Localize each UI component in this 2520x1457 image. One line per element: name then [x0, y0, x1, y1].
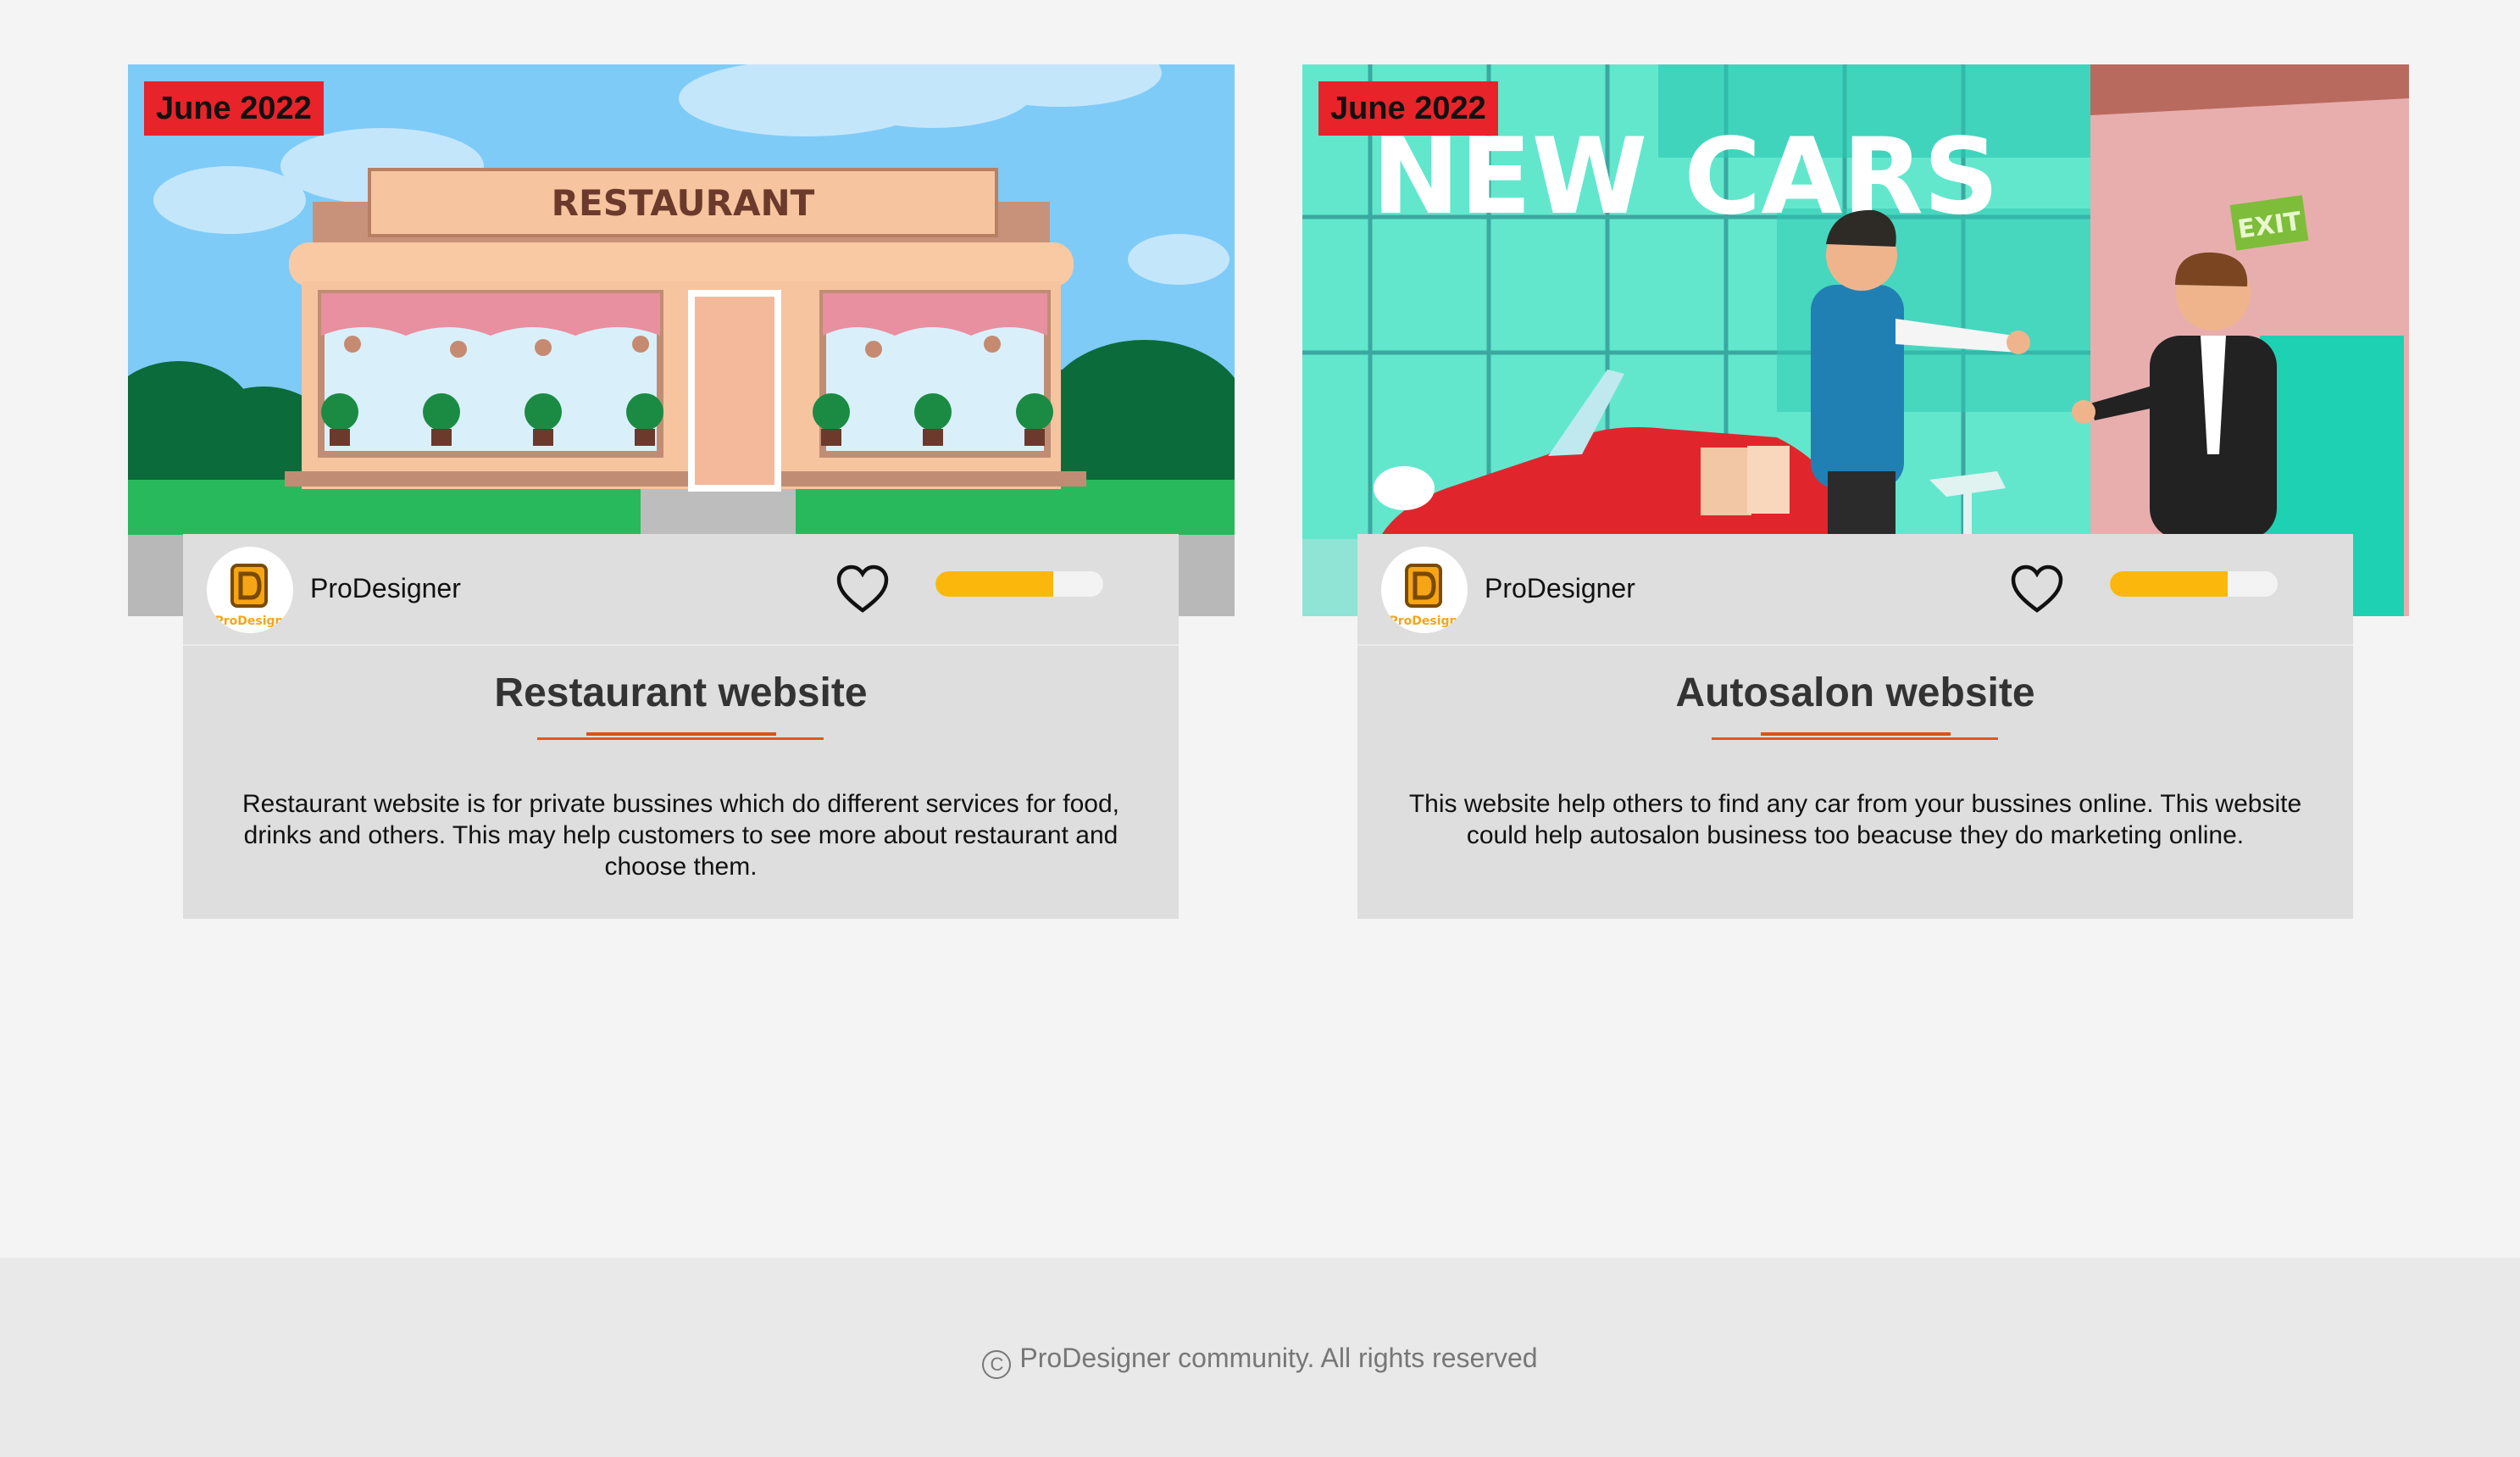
author-name[interactable]: ProDesigner — [310, 571, 461, 605]
prodesigner-logo-icon: ProDesign — [1389, 564, 1458, 628]
card-info: ProDesign ProDesigner Restaurant website… — [183, 534, 1179, 919]
prodesigner-logo-icon: ProDesign — [214, 564, 284, 628]
title-underline — [537, 737, 824, 740]
card-title: Autosalon website — [1675, 670, 2035, 715]
footer-text: ProDesigner community. All rights reserv… — [1019, 1343, 1538, 1373]
svg-text:ProDesign: ProDesign — [1389, 614, 1457, 628]
rating-progress-fill — [2110, 571, 2228, 597]
rating-progress-bar — [935, 571, 1103, 597]
project-card[interactable]: EXIT NEW CARS June 2022 ProDesign ProDes… — [1302, 64, 2409, 919]
copyright-icon: C — [982, 1350, 1012, 1379]
title-underline — [1712, 737, 1998, 740]
card-description: Restaurant website is for private bussin… — [242, 790, 1119, 881]
svg-text:ProDesign: ProDesign — [214, 614, 283, 628]
author-avatar[interactable]: ProDesign — [1381, 547, 1468, 633]
author-avatar[interactable]: ProDesign — [207, 547, 293, 633]
rating-progress-bar — [2110, 571, 2278, 597]
restaurant-sign-text: RESTAURANT — [552, 182, 815, 224]
project-card[interactable]: RESTAURANT June 2022 ProDesign ProDesign… — [128, 64, 1235, 919]
rating-progress-fill — [935, 571, 1053, 597]
card-info: ProDesign ProDesigner Autosalon website … — [1357, 534, 2353, 919]
heart-icon[interactable] — [2010, 564, 2064, 614]
author-name[interactable]: ProDesigner — [1485, 571, 1635, 605]
footer-copyright: C ProDesigner community. All rights reser… — [0, 1341, 2520, 1379]
card-title: Restaurant website — [494, 670, 868, 715]
heart-icon[interactable] — [835, 564, 890, 614]
author-row: ProDesign ProDesigner — [183, 534, 1179, 646]
card-description: This website help others to find any car… — [1408, 790, 2302, 849]
title-underline-accent — [586, 732, 776, 736]
date-badge: June 2022 — [144, 81, 324, 136]
author-row: ProDesign ProDesigner — [1357, 534, 2353, 646]
date-badge: June 2022 — [1318, 81, 1498, 136]
title-underline-accent — [1761, 732, 1951, 736]
footer: C ProDesigner community. All rights reser… — [0, 1258, 2520, 1457]
